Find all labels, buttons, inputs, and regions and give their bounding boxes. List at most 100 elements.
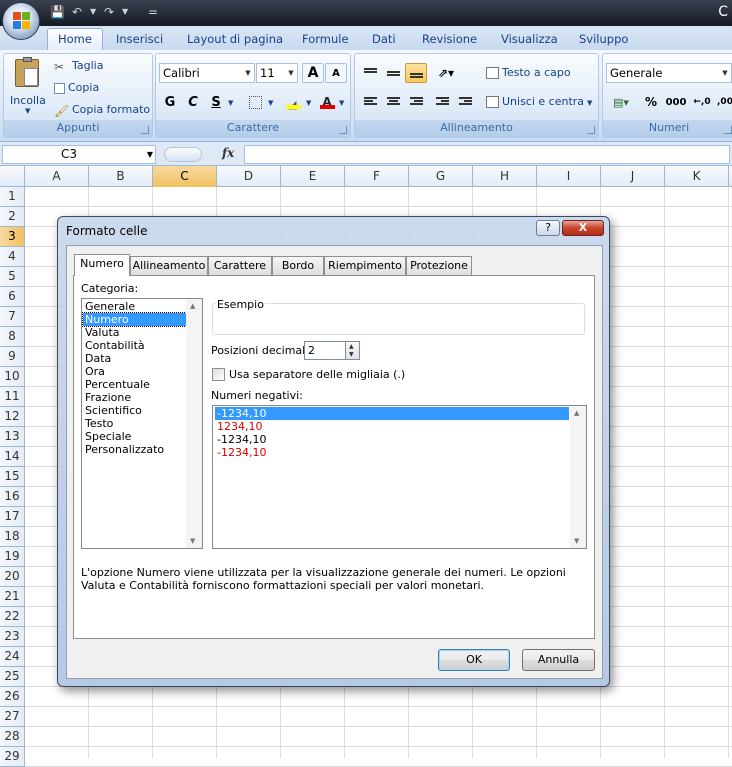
undo-dropdown-icon[interactable]: ▼ — [90, 5, 96, 19]
tab-formulas[interactable]: Formule — [302, 31, 349, 49]
category-list[interactable]: Generale Numero Valuta Contabilità Data Ora Pe… — [81, 298, 203, 549]
row-header-3[interactable]: 3 — [0, 227, 25, 247]
copy-button[interactable]: Copia — [54, 81, 99, 94]
borders-button[interactable] — [244, 92, 266, 112]
row-header-23[interactable]: 23 — [0, 627, 25, 647]
underline-button[interactable]: S — [205, 92, 227, 112]
row-header-11[interactable]: 11 — [0, 387, 25, 407]
font-launcher-icon[interactable] — [339, 126, 347, 134]
category-item[interactable]: Generale — [83, 300, 186, 313]
tab-allineamento[interactable]: Allineamento — [130, 256, 208, 275]
tab-insert[interactable]: Inserisci — [116, 31, 163, 49]
tab-bordo[interactable]: Bordo — [272, 256, 324, 275]
category-item[interactable]: Percentuale — [83, 378, 186, 391]
tab-riempimento[interactable]: Riempimento — [324, 256, 406, 275]
column-header-c[interactable]: C — [153, 166, 217, 187]
column-header-a[interactable]: A — [25, 166, 89, 187]
tab-page-layout[interactable]: Layout di pagina — [187, 31, 283, 49]
office-button[interactable] — [2, 2, 40, 40]
alignment-launcher-icon[interactable] — [587, 126, 595, 134]
column-header-f[interactable]: F — [345, 166, 409, 187]
font-color-button[interactable]: A — [316, 92, 338, 112]
percent-button[interactable]: % — [640, 92, 662, 112]
column-header-e[interactable]: E — [281, 166, 345, 187]
negative-format-item[interactable]: -1234,10 — [215, 407, 569, 420]
cancel-button[interactable]: Annulla — [522, 649, 595, 671]
negative-numbers-scrollbar[interactable]: ▲ ▼ — [570, 406, 586, 548]
redo-icon[interactable]: ↷ — [104, 5, 114, 19]
row-header-20[interactable]: 20 — [0, 567, 25, 587]
row-header-27[interactable]: 27 — [0, 707, 25, 727]
thousands-separator-label[interactable]: Usa separatore delle migliaia (.) — [229, 368, 405, 381]
row-header-14[interactable]: 14 — [0, 447, 25, 467]
underline-dropdown-icon[interactable]: ▼ — [228, 99, 233, 107]
category-item[interactable]: Speciale — [83, 430, 186, 443]
column-header-h[interactable]: H — [473, 166, 537, 187]
align-top-button[interactable] — [359, 63, 381, 83]
negative-numbers-list[interactable]: -1234,10 1234,10 -1234,10 -1234,10 ▲ ▼ — [212, 405, 587, 549]
negative-format-item[interactable]: -1234,10 — [215, 433, 569, 446]
column-header-d[interactable]: D — [217, 166, 281, 187]
merge-dropdown-icon[interactable]: ▼ — [587, 99, 592, 107]
negative-format-item[interactable]: -1234,10 — [215, 446, 569, 459]
category-item[interactable]: Scientifico — [83, 404, 186, 417]
row-header-24[interactable]: 24 — [0, 647, 25, 667]
number-launcher-icon[interactable] — [724, 126, 732, 134]
row-header-12[interactable]: 12 — [0, 407, 25, 427]
category-item[interactable]: Data — [83, 352, 186, 365]
column-header-b[interactable]: B — [89, 166, 153, 187]
column-header-g[interactable]: G — [409, 166, 473, 187]
redo-dropdown-icon[interactable]: ▼ — [122, 5, 128, 19]
align-bottom-button[interactable] — [405, 63, 427, 83]
row-header-9[interactable]: 9 — [0, 347, 25, 367]
scroll-down-icon[interactable]: ▼ — [574, 537, 579, 545]
paste-dropdown-icon[interactable]: ▼ — [25, 107, 30, 115]
decrease-indent-button[interactable] — [431, 92, 453, 112]
italic-button[interactable]: C — [182, 92, 204, 112]
row-header-21[interactable]: 21 — [0, 587, 25, 607]
row-header-2[interactable]: 2 — [0, 207, 25, 227]
row-header-7[interactable]: 7 — [0, 307, 25, 327]
row-header-13[interactable]: 13 — [0, 427, 25, 447]
scroll-up-icon[interactable]: ▲ — [574, 409, 579, 417]
tab-view[interactable]: Visualizza — [501, 31, 558, 49]
row-header-28[interactable]: 28 — [0, 727, 25, 747]
help-button[interactable]: ? — [536, 220, 560, 236]
row-header-29[interactable]: 29 — [0, 747, 25, 767]
font-name-combo[interactable]: Calibri ▼ — [159, 63, 255, 83]
shrink-font-button[interactable]: A — [325, 63, 347, 83]
row-header-4[interactable]: 4 — [0, 247, 25, 267]
tab-carattere[interactable]: Carattere — [208, 256, 272, 275]
save-icon[interactable]: 💾 — [50, 5, 65, 19]
font-color-dropdown-icon[interactable]: ▼ — [339, 99, 344, 107]
tab-home[interactable]: Home — [47, 28, 103, 50]
row-header-18[interactable]: 18 — [0, 527, 25, 547]
row-header-17[interactable]: 17 — [0, 507, 25, 527]
align-middle-button[interactable] — [382, 63, 404, 83]
tab-developer[interactable]: Sviluppo — [579, 31, 628, 49]
increase-indent-button[interactable] — [454, 92, 476, 112]
decrease-decimal-button[interactable]: ,00 — [714, 92, 732, 112]
tab-numero[interactable]: Numero — [74, 254, 130, 276]
scroll-up-icon[interactable]: ▲ — [190, 302, 195, 310]
cut-button[interactable]: ✂ Taglia — [54, 59, 103, 74]
tab-review[interactable]: Revisione — [422, 31, 477, 49]
select-all-corner[interactable] — [0, 166, 25, 187]
scroll-down-icon[interactable]: ▼ — [190, 537, 195, 545]
increase-decimal-button[interactable]: ←,0 — [691, 92, 713, 112]
row-header-5[interactable]: 5 — [0, 267, 25, 287]
undo-icon[interactable]: ↶ — [72, 5, 82, 19]
orientation-button[interactable]: ⇗▾ — [431, 63, 461, 83]
column-header-i[interactable]: I — [537, 166, 601, 187]
clipboard-launcher-icon[interactable] — [141, 126, 149, 134]
bold-button[interactable]: G — [159, 92, 181, 112]
row-header-15[interactable]: 15 — [0, 467, 25, 487]
format-painter-button[interactable]: 🖌 Copia formato — [54, 103, 150, 118]
name-box[interactable]: C3 ▼ — [2, 145, 156, 164]
fill-color-button[interactable]: ◢ — [282, 92, 304, 112]
tab-data[interactable]: Dati — [372, 31, 396, 49]
grow-font-button[interactable]: A — [302, 63, 324, 83]
category-item[interactable]: Testo — [83, 417, 186, 430]
category-scrollbar[interactable]: ▲ ▼ — [186, 299, 202, 548]
category-item[interactable]: Contabilità — [83, 339, 186, 352]
